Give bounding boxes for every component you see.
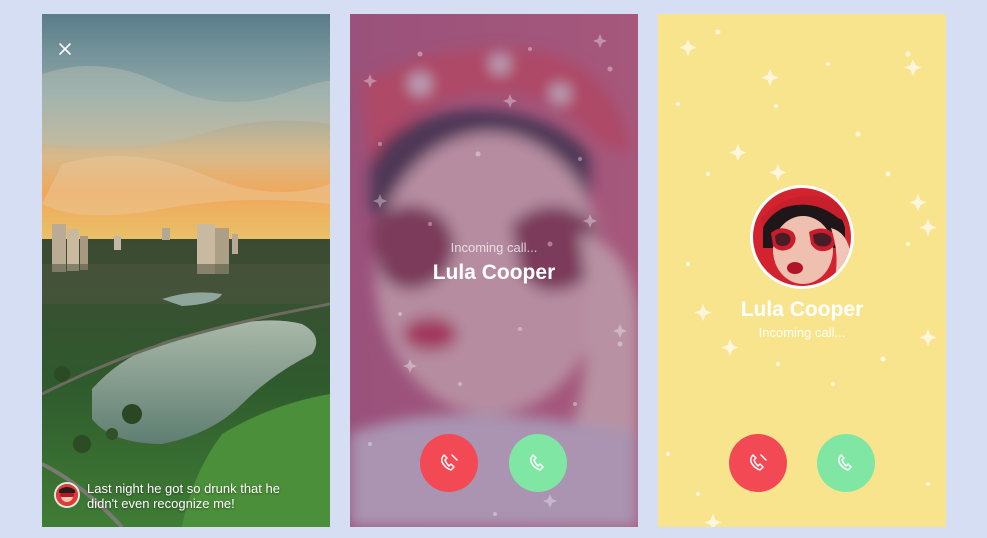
caller-photo xyxy=(753,188,851,286)
accept-call-button[interactable] xyxy=(817,434,875,492)
avatar[interactable] xyxy=(56,484,78,506)
call-status: Incoming call... xyxy=(758,325,846,340)
accept-call-button[interactable] xyxy=(509,434,567,492)
caller-name: Lula Cooper xyxy=(740,298,864,321)
incoming-call-blurred-screen: Incoming call... Lula Cooper xyxy=(350,14,638,527)
call-info: Incoming call... Lula Cooper xyxy=(350,240,638,285)
call-status: Incoming call... xyxy=(450,240,538,255)
call-info: Lula Cooper Incoming call... xyxy=(658,298,946,340)
phone-icon xyxy=(838,454,852,471)
decline-call-button[interactable] xyxy=(420,434,478,492)
phone-icon xyxy=(530,454,544,471)
caller-avatar xyxy=(750,185,854,289)
story-screen: Last night he got so drunk that he didn'… xyxy=(42,14,330,527)
incoming-call-yellow-screen: Lula Cooper Incoming call... xyxy=(658,14,946,527)
close-icon xyxy=(59,43,71,55)
decline-call-button[interactable] xyxy=(729,434,787,492)
phone-hangup-icon xyxy=(750,454,767,471)
close-button[interactable] xyxy=(54,38,76,60)
story-caption-text: Last night he got so drunk that he didn'… xyxy=(87,481,280,511)
landscape-photo xyxy=(42,14,330,527)
story-caption: Last night he got so drunk that he didn'… xyxy=(56,481,306,511)
caller-name: Lula Cooper xyxy=(432,261,556,284)
phone-hangup-icon xyxy=(441,454,458,471)
